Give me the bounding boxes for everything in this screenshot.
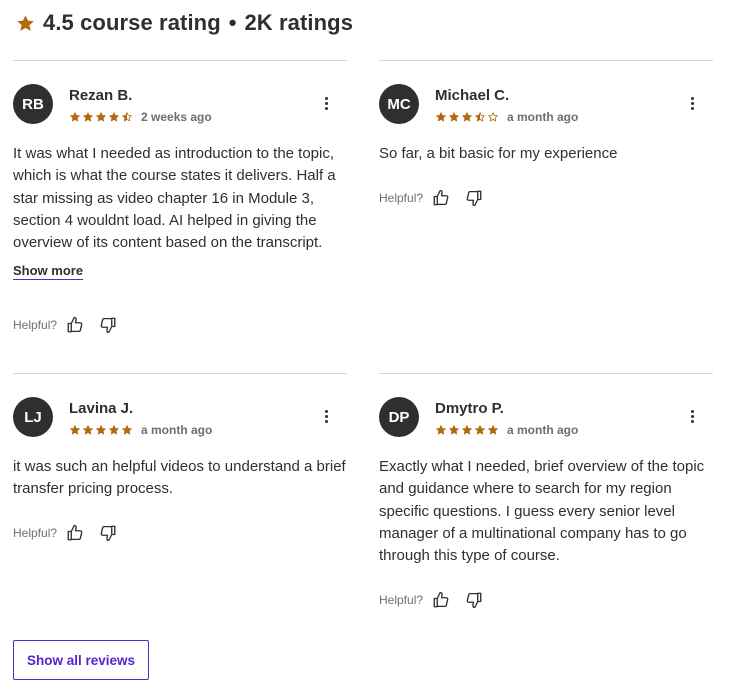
star-full-icon (475, 425, 485, 435)
thumbs-up-icon[interactable] (432, 189, 450, 207)
star-full-icon (436, 425, 446, 435)
star-full-icon (462, 112, 472, 122)
thumbs-up-icon[interactable] (66, 524, 84, 542)
avatar: LJ (13, 397, 53, 437)
review-rating: a month ago (436, 110, 578, 124)
show-more-link[interactable]: Show more (13, 263, 83, 278)
review-card: RB Rezan B. 2 weeks ago It was what I ne… (13, 60, 347, 360)
star-rating (436, 425, 498, 435)
star-full-icon (449, 425, 459, 435)
thumbs-down-icon[interactable] (465, 591, 483, 609)
helpful-row: Helpful? (13, 523, 132, 543)
more-options-icon[interactable] (325, 97, 329, 113)
helpful-row: Helpful? (379, 590, 498, 610)
separator-dot: • (228, 10, 237, 35)
reviewer-name: Dmytro P. (435, 400, 504, 417)
helpful-label: Helpful? (13, 318, 58, 332)
star-full-icon (109, 112, 119, 122)
review-date: a month ago (507, 110, 579, 124)
star-full-icon (70, 112, 80, 122)
avatar: RB (13, 84, 53, 124)
review-text: it was such an helpful videos to underst… (13, 458, 346, 498)
star-full-icon (83, 112, 93, 122)
star-rating (436, 112, 498, 122)
review-card: DP Dmytro P. a month ago Exactly what I … (379, 373, 713, 623)
review-text: It was what I needed as introduction to … (13, 145, 336, 252)
more-options-icon[interactable] (325, 410, 329, 426)
thumbs-up-icon[interactable] (432, 591, 450, 609)
reviewer-name: Michael C. (435, 87, 510, 104)
star-full-icon (96, 425, 106, 435)
review-rating: 2 weeks ago (70, 110, 212, 124)
review-card: MC Michael C. a month ago So far, a bit … (379, 60, 713, 360)
star-full-icon (122, 425, 132, 435)
star-full-icon (488, 425, 498, 435)
star-rating (70, 425, 132, 435)
thumbs-down-icon[interactable] (99, 316, 117, 334)
avatar: MC (379, 84, 419, 124)
review-date: a month ago (141, 423, 213, 437)
thumbs-up-icon[interactable] (66, 316, 84, 334)
reviewer-name: Lavina J. (69, 400, 134, 417)
star-full-icon (96, 112, 106, 122)
review-text: Exactly what I needed, brief overview of… (379, 458, 705, 565)
review-date: 2 weeks ago (141, 110, 212, 124)
more-options-icon[interactable] (691, 410, 695, 426)
review-date: a month ago (507, 423, 579, 437)
review-rating: a month ago (70, 423, 212, 437)
helpful-label: Helpful? (13, 526, 58, 540)
rating-summary: 4.5 course rating • 2K ratings (16, 9, 353, 37)
review-text: So far, a bit basic for my experience (379, 145, 618, 162)
thumbs-down-icon[interactable] (99, 524, 117, 542)
star-rating (70, 112, 132, 122)
star-full-icon (449, 112, 459, 122)
review-card: LJ Lavina J. a month ago it was such an … (13, 373, 347, 623)
star-full-icon (70, 425, 80, 435)
review-rating: a month ago (436, 423, 578, 437)
helpful-label: Helpful? (379, 593, 424, 607)
thumbs-down-icon[interactable] (465, 189, 483, 207)
show-all-reviews-button[interactable]: Show all reviews (13, 640, 149, 680)
star-full-icon (436, 112, 446, 122)
more-options-icon[interactable] (691, 97, 695, 113)
star-icon (17, 14, 34, 31)
avatar: DP (379, 397, 419, 437)
helpful-row: Helpful? (379, 188, 498, 208)
star-half-icon (122, 112, 132, 122)
star-half-icon (475, 112, 485, 122)
star-empty-icon (488, 112, 498, 122)
star-full-icon (83, 425, 93, 435)
helpful-label: Helpful? (379, 191, 424, 205)
ratings-count: 2K ratings (244, 10, 354, 35)
star-full-icon (462, 425, 472, 435)
helpful-row: Helpful? (13, 315, 132, 335)
star-full-icon (109, 425, 119, 435)
reviewer-name: Rezan B. (69, 87, 133, 104)
course-rating-text: 4.5 course rating (43, 10, 221, 35)
